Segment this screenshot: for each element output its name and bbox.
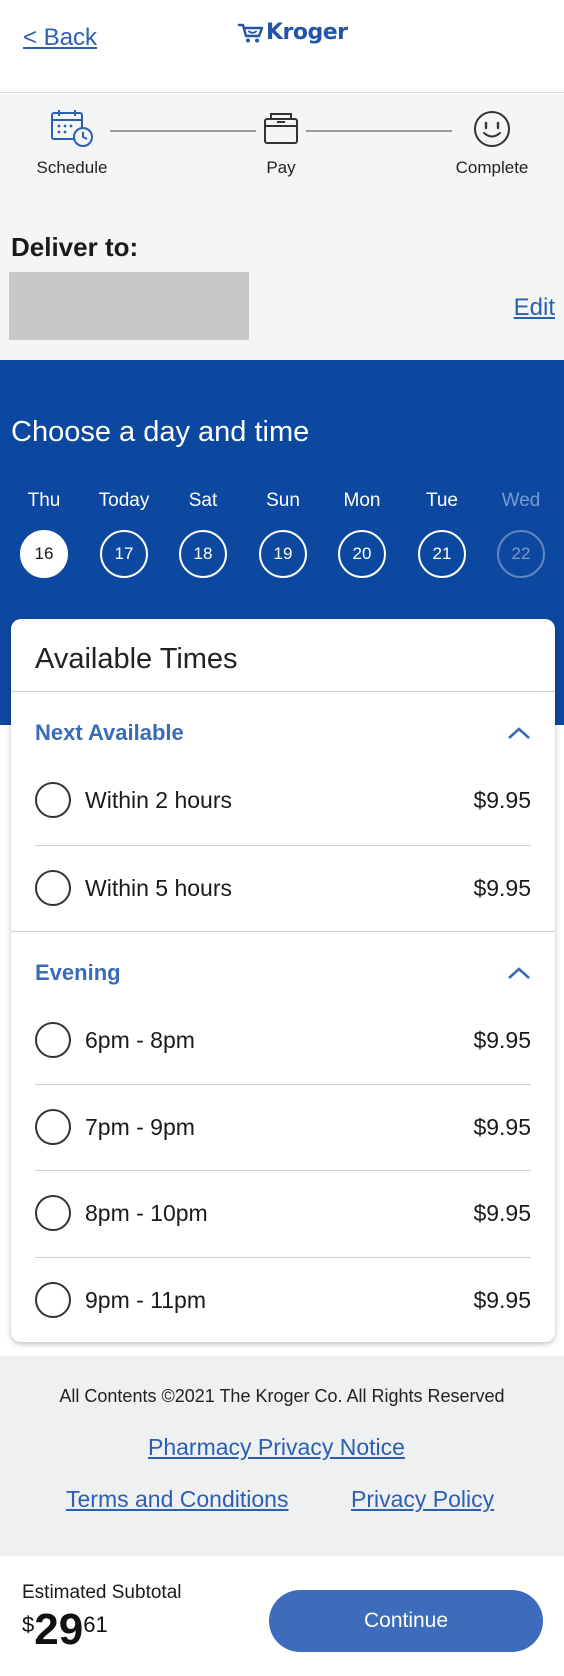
day-date-button[interactable]: 19 (259, 530, 307, 578)
subtotal-label: Estimated Subtotal (22, 1582, 182, 1603)
day-option-tue[interactable]: Tue 21 (406, 490, 478, 578)
slot-price: $9.95 (473, 1286, 531, 1313)
cart-icon (237, 23, 264, 42)
day-date-button[interactable]: 18 (179, 530, 227, 578)
kroger-logo[interactable]: Kroger (237, 20, 348, 45)
checkout-bar: Estimated Subtotal $ 29 61 Continue (0, 1556, 564, 1676)
divider (11, 691, 555, 692)
day-option-sun[interactable]: Sun 19 (247, 490, 319, 578)
smiley-icon (444, 108, 540, 150)
slot-price: $9.95 (473, 786, 531, 813)
step-schedule: Schedule (24, 108, 120, 178)
radio-button[interactable] (35, 1195, 71, 1231)
available-times-heading: Available Times (35, 643, 238, 675)
time-slot-within-5-hours[interactable]: Within 5 hours $9.95 (35, 845, 531, 931)
choose-day-heading: Choose a day and time (11, 416, 310, 448)
logo-text: Kroger (266, 20, 348, 45)
day-option-mon[interactable]: Mon 20 (326, 490, 398, 578)
day-date-button[interactable]: 16 (20, 530, 68, 578)
time-slot-8pm-10pm[interactable]: 8pm - 10pm $9.95 (35, 1170, 531, 1256)
pharmacy-privacy-link[interactable]: Pharmacy Privacy Notice (148, 1434, 405, 1461)
day-option-today[interactable]: Today 17 (88, 490, 160, 578)
available-times-card: Available Times Next Available Within 2 … (11, 619, 555, 1342)
day-name: Sun (266, 490, 300, 511)
group-next-available-toggle[interactable]: Next Available (35, 713, 531, 753)
time-slot-6pm-8pm[interactable]: 6pm - 8pm $9.95 (35, 997, 531, 1083)
slot-price: $9.95 (473, 1199, 531, 1226)
step-connector (306, 130, 452, 132)
continue-button[interactable]: Continue (269, 1590, 543, 1652)
step-connector (110, 130, 256, 132)
step-label: Pay (266, 158, 296, 177)
slot-price: $9.95 (473, 1026, 531, 1053)
price-cents: 61 (83, 1612, 108, 1637)
radio-button[interactable] (35, 1109, 71, 1145)
day-name: Sat (188, 490, 218, 511)
privacy-policy-link[interactable]: Privacy Policy (351, 1486, 494, 1513)
radio-button[interactable] (35, 1022, 71, 1058)
copyright-text: All Contents ©2021 The Kroger Co. All Ri… (59, 1386, 505, 1406)
calendar-clock-icon (24, 108, 120, 150)
slot-label: 6pm - 8pm (85, 1026, 195, 1053)
day-name: Thu (27, 490, 61, 511)
group-evening-toggle[interactable]: Evening (35, 953, 531, 993)
group-title: Evening (35, 960, 121, 985)
slot-price: $9.95 (473, 874, 531, 901)
step-label: Complete (455, 158, 529, 177)
day-name: Mon (343, 490, 381, 511)
day-name: Wed (501, 490, 541, 511)
day-option-thu[interactable]: Thu 16 (8, 490, 80, 578)
back-link[interactable]: < Back (23, 24, 97, 52)
radio-button[interactable] (35, 1282, 71, 1318)
slot-label: Within 5 hours (85, 874, 233, 901)
day-date-button[interactable]: 17 (100, 530, 148, 578)
divider (11, 931, 555, 932)
edit-address-link[interactable]: Edit (514, 294, 555, 322)
slot-label: 9pm - 11pm (85, 1286, 207, 1313)
day-name: Tue (425, 490, 459, 511)
checkout-header: Schedule Pay Complete Deliver to: Edit (0, 94, 564, 360)
radio-button[interactable] (35, 782, 71, 818)
price-whole: 29 (34, 1605, 84, 1654)
day-name: Today (98, 490, 150, 511)
radio-button[interactable] (35, 870, 71, 906)
wallet-icon (236, 108, 326, 150)
day-option-sat[interactable]: Sat 18 (167, 490, 239, 578)
chevron-up-icon (508, 727, 530, 739)
slot-price: $9.95 (473, 1113, 531, 1140)
day-option-wed: Wed 22 (485, 490, 557, 578)
subtotal-price: $ 29 61 (22, 1606, 108, 1654)
deliver-to-heading: Deliver to: (11, 232, 139, 262)
day-date-button: 22 (497, 530, 545, 578)
slot-label: 7pm - 9pm (85, 1113, 195, 1140)
group-title: Next Available (35, 720, 184, 745)
day-date-button[interactable]: 20 (338, 530, 386, 578)
currency-symbol: $ (22, 1612, 35, 1637)
step-label: Schedule (36, 158, 108, 177)
chevron-up-icon (508, 967, 530, 979)
time-slot-7pm-9pm[interactable]: 7pm - 9pm $9.95 (35, 1084, 531, 1170)
step-pay: Pay (236, 108, 326, 178)
slot-label: 8pm - 10pm (85, 1199, 208, 1226)
slot-label: Within 2 hours (85, 786, 233, 813)
page-footer: All Contents ©2021 The Kroger Co. All Ri… (0, 1356, 564, 1556)
time-slot-within-2-hours[interactable]: Within 2 hours $9.95 (35, 757, 531, 843)
day-date-button[interactable]: 21 (418, 530, 466, 578)
address-redacted-block (9, 272, 249, 340)
terms-link[interactable]: Terms and Conditions (66, 1486, 288, 1513)
time-slot-9pm-11pm[interactable]: 9pm - 11pm $9.95 (35, 1257, 531, 1343)
top-bar: < Back Kroger (0, 0, 564, 93)
step-complete: Complete (444, 108, 540, 178)
